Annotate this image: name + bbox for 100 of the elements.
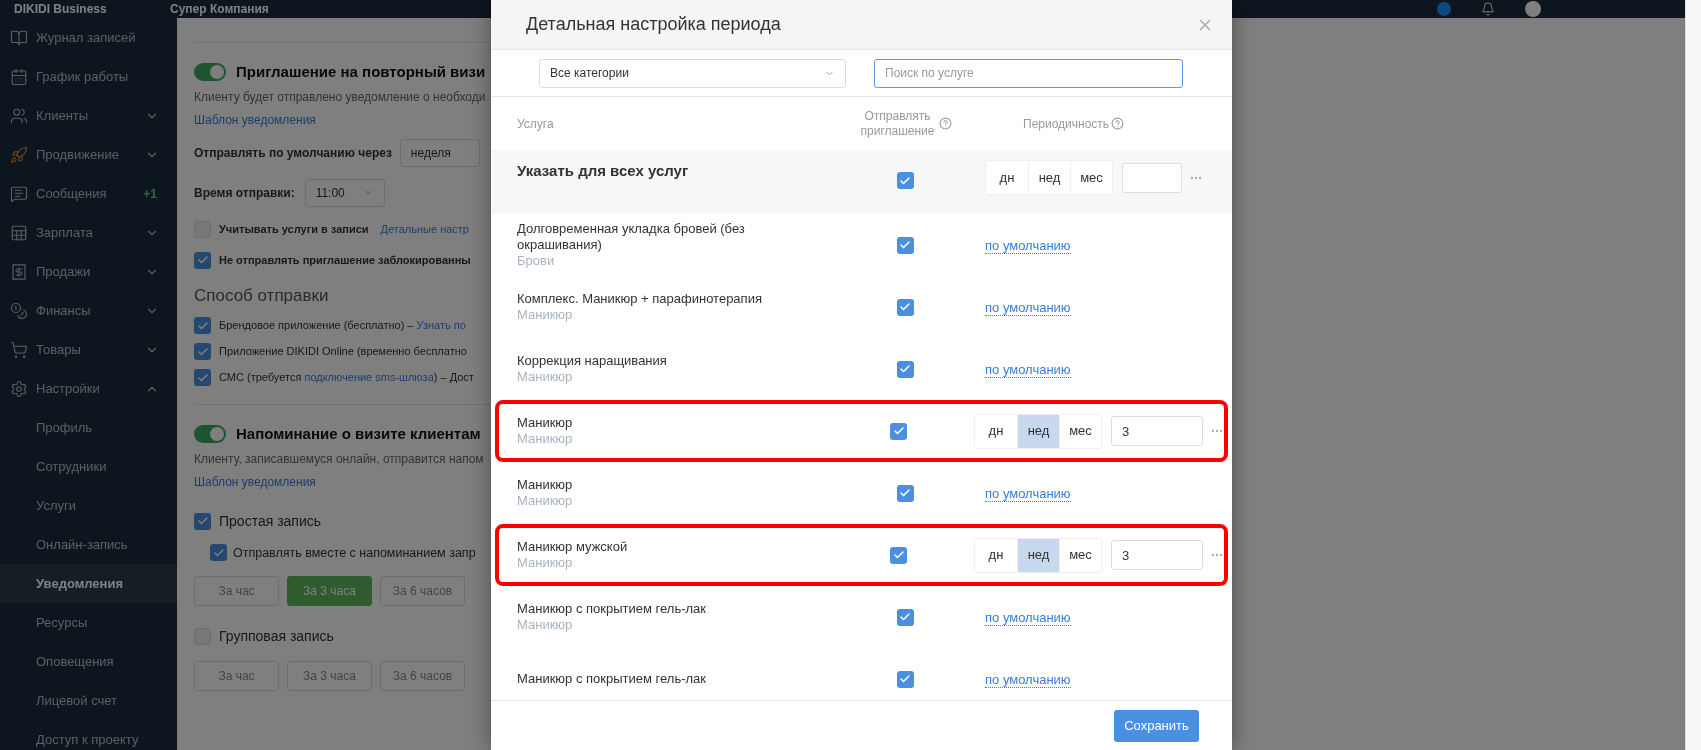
default-link[interactable]: по умолчанию: [985, 362, 1071, 378]
checkbox[interactable]: [896, 360, 914, 378]
bell-icon[interactable]: [1481, 2, 1495, 16]
method-label: Приложение DIKIDI Online (временно бесплатно: [219, 345, 467, 358]
method-label: Брендовое приложение (бесплатно) –: [219, 319, 415, 332]
checkbox[interactable]: [896, 298, 914, 316]
check-icon: [196, 345, 209, 358]
brand-name: DIKIDI Business: [14, 1, 108, 18]
sidebar-item[interactable]: Ресурсы: [0, 603, 177, 642]
period-unit-button[interactable]: нед: [1017, 538, 1059, 572]
time-option-button[interactable]: За 6 часов: [380, 661, 465, 692]
check-icon: [899, 301, 911, 313]
option-label: Отправлять вместе с напоминанием запр: [233, 544, 476, 562]
period-unit-button[interactable]: мес: [1059, 538, 1101, 572]
help-icon[interactable]: [1111, 117, 1125, 130]
sidebar-item[interactable]: Оповещения: [0, 642, 177, 681]
sidebar-item[interactable]: Сотрудники: [0, 447, 177, 486]
link[interactable]: Шаблон уведомления: [194, 474, 316, 489]
service-category: Маникюр: [517, 493, 574, 509]
sidebar-item[interactable]: Продвижение: [0, 135, 177, 174]
description: Клиенту будет отправлено уведомление о необходи: [194, 88, 487, 106]
service-name: Маникюр: [517, 477, 574, 493]
check-icon: [196, 515, 209, 527]
sidebar-item[interactable]: Настройки: [0, 369, 177, 408]
checkbox[interactable]: [896, 172, 914, 189]
checkbox[interactable]: [194, 369, 211, 386]
check-icon: [892, 549, 905, 561]
default-link[interactable]: по умолчанию: [985, 300, 1071, 316]
checkbox[interactable]: [890, 422, 908, 440]
time-select[interactable]: 11:00: [304, 178, 385, 207]
period-unit-button[interactable]: нед: [1017, 414, 1059, 448]
sidebar-item[interactable]: Профиль: [0, 408, 177, 447]
section-heading: Способ отправки: [194, 285, 329, 305]
search-field[interactable]: Поиск по услуге: [874, 58, 1183, 88]
checkbox[interactable]: [896, 608, 914, 626]
sidebar-item[interactable]: Услуги: [0, 486, 177, 525]
sidebar-item[interactable]: Товары: [0, 330, 177, 369]
check-icon: [892, 425, 905, 437]
checkbox[interactable]: [210, 544, 227, 562]
toggle-switch[interactable]: [194, 425, 226, 444]
period-unit-button[interactable]: мес: [1059, 414, 1101, 448]
checkbox[interactable]: [896, 484, 914, 502]
link[interactable]: Узнать по: [416, 319, 466, 332]
service-name: Маникюр мужской: [517, 539, 629, 555]
default-link[interactable]: по умолчанию: [985, 486, 1071, 502]
period-value-field[interactable]: 3: [1111, 540, 1203, 570]
default-link[interactable]: по умолчанию: [985, 238, 1071, 254]
help-icon[interactable]: [938, 117, 952, 130]
sidebar-item[interactable]: Клиенты: [0, 96, 177, 135]
sidebar-item[interactable]: Онлайн-запись: [0, 525, 177, 564]
default-link[interactable]: по умолчанию: [985, 672, 1071, 688]
checkbox[interactable]: [194, 251, 211, 269]
sidebar-item[interactable]: График работы: [0, 57, 177, 96]
check-icon: [899, 239, 911, 251]
sidebar-item[interactable]: Сообщения +1: [0, 174, 177, 213]
check-icon: [899, 174, 911, 187]
time-option-button[interactable]: За 3 часа: [287, 576, 372, 607]
service-name: Комплекс. Маникюр + парафинотерапия: [517, 291, 763, 307]
time-option-button[interactable]: За 3 часа: [287, 661, 372, 692]
sidebar-item[interactable]: Уведомления: [0, 564, 177, 603]
service-name: Указать для всех услуг: [517, 161, 690, 181]
method-label: СМС (требуется: [219, 371, 303, 384]
option-label: Учитывать услуги в записи: [219, 221, 369, 237]
sidebar-item[interactable]: Лицевой счет: [0, 681, 177, 720]
book-icon: [10, 28, 28, 47]
sidebar-item[interactable]: Зарплата: [0, 213, 177, 252]
link[interactable]: Детальные настр: [380, 222, 469, 235]
checkbox[interactable]: [194, 343, 211, 360]
service-category: Маникюр: [517, 431, 574, 447]
checkbox[interactable]: [194, 512, 211, 530]
time-option-button[interactable]: За час: [194, 576, 279, 607]
service-name: Маникюр: [517, 415, 574, 431]
category-select[interactable]: Все категории: [539, 58, 846, 88]
sidebar-item[interactable]: Журнал записей: [0, 18, 177, 57]
settings-icon: [10, 379, 28, 398]
check-icon: [899, 487, 911, 499]
time-option-button[interactable]: За час: [194, 661, 279, 692]
checkbox[interactable]: [896, 236, 914, 254]
save-button[interactable]: Сохранить: [1114, 709, 1199, 742]
avatar[interactable]: [1525, 1, 1541, 17]
checkbox[interactable]: [194, 317, 211, 334]
check-icon: [212, 546, 225, 559]
section-title: Напоминание о визите клиентам: [236, 424, 481, 444]
link[interactable]: подключение sms-шлюза: [304, 371, 434, 384]
checkbox[interactable]: [890, 546, 908, 564]
section-title: Приглашение на повторный визи: [236, 62, 486, 82]
calendar-icon: [10, 67, 28, 86]
link[interactable]: Шаблон уведомления: [194, 112, 316, 127]
period-unit-button[interactable]: мес: [1070, 161, 1112, 194]
field-label: Отправлять по умолчанию через: [194, 144, 392, 162]
time-option-button[interactable]: За 6 часов: [380, 576, 465, 607]
period-select[interactable]: неделя: [399, 138, 480, 167]
sidebar-item[interactable]: Финансы: [0, 291, 177, 330]
period-value-field[interactable]: [1122, 162, 1182, 193]
default-link[interactable]: по умолчанию: [985, 610, 1071, 626]
period-value-field[interactable]: 3: [1111, 416, 1203, 446]
sidebar-item[interactable]: Доступ к проекту: [0, 720, 177, 750]
checkbox[interactable]: [896, 670, 914, 688]
sidebar-item[interactable]: Продажи: [0, 252, 177, 291]
toggle-switch[interactable]: [194, 63, 226, 82]
